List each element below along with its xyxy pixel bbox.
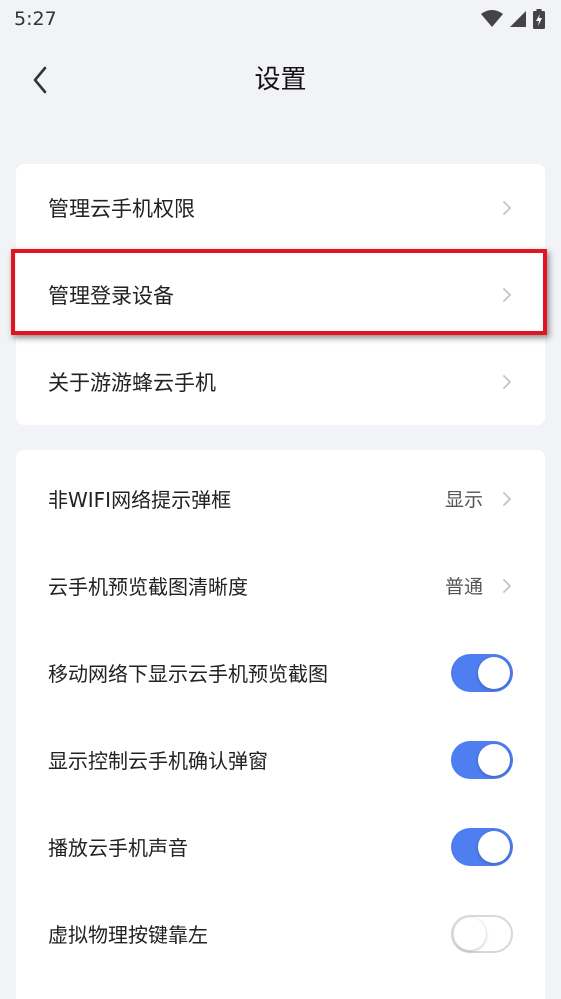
row-label: 虚拟物理按键靠左 bbox=[48, 923, 208, 947]
status-time: 5:27 bbox=[14, 8, 57, 30]
row-label: 显示控制云手机确认弹窗 bbox=[48, 749, 268, 773]
chevron-right-icon bbox=[501, 199, 513, 217]
mobile-network-preview-toggle[interactable] bbox=[451, 653, 513, 692]
wifi-icon bbox=[481, 10, 503, 27]
manage-login-devices-item[interactable]: 管理登录设备 bbox=[16, 251, 545, 338]
row-label: 管理云手机权限 bbox=[48, 196, 195, 221]
cellular-signal-icon bbox=[510, 11, 526, 27]
about-app-item[interactable]: 关于游游蜂云手机 bbox=[16, 338, 545, 425]
play-sound-toggle[interactable] bbox=[451, 827, 513, 866]
row-label: 非WIFI网络提示弹框 bbox=[48, 488, 232, 512]
row-value: 普通 bbox=[444, 576, 483, 598]
toggle-knob bbox=[478, 830, 510, 863]
mobile-network-preview-item: 移动网络下显示云手机预览截图 bbox=[16, 629, 545, 716]
row-label: 管理登录设备 bbox=[48, 283, 174, 308]
row-label: 移动网络下显示云手机预览截图 bbox=[48, 662, 328, 686]
toggle-knob bbox=[454, 917, 486, 950]
battery-charging-icon bbox=[533, 9, 545, 29]
chevron-right-icon bbox=[501, 373, 513, 391]
chevron-right-icon bbox=[501, 286, 513, 304]
row-value: 显示 bbox=[444, 489, 483, 511]
status-icons bbox=[481, 9, 545, 29]
header: 设置 bbox=[0, 48, 561, 112]
toggle-knob bbox=[478, 656, 510, 689]
non-wifi-prompt-item[interactable]: 非WIFI网络提示弹框 显示 bbox=[16, 455, 545, 542]
preview-screenshot-quality-item[interactable]: 云手机预览截图清晰度 普通 bbox=[16, 542, 545, 629]
row-label: 云手机预览截图清晰度 bbox=[48, 575, 248, 599]
row-label: 关于游游蜂云手机 bbox=[48, 370, 216, 395]
chevron-right-icon bbox=[501, 577, 513, 595]
virtual-keys-left-item: 虚拟物理按键靠左 bbox=[16, 890, 545, 977]
play-sound-item: 播放云手机声音 bbox=[16, 803, 545, 890]
settings-group-general: 管理云手机权限 管理登录设备 关于游游蜂云手机 bbox=[16, 164, 545, 425]
virtual-keys-left-toggle[interactable] bbox=[451, 914, 513, 953]
settings-group-preferences: 非WIFI网络提示弹框 显示 云手机预览截图清晰度 普通 移动网络下显示云手机预… bbox=[16, 450, 545, 999]
control-confirm-dialog-toggle[interactable] bbox=[451, 740, 513, 779]
status-bar: 5:27 bbox=[0, 0, 561, 38]
control-confirm-dialog-item: 显示控制云手机确认弹窗 bbox=[16, 716, 545, 803]
row-label: 播放云手机声音 bbox=[48, 836, 188, 860]
manage-cloud-phone-permissions-item[interactable]: 管理云手机权限 bbox=[16, 164, 545, 251]
page-title: 设置 bbox=[254, 65, 307, 95]
chevron-right-icon bbox=[501, 490, 513, 508]
toggle-knob bbox=[478, 743, 510, 776]
